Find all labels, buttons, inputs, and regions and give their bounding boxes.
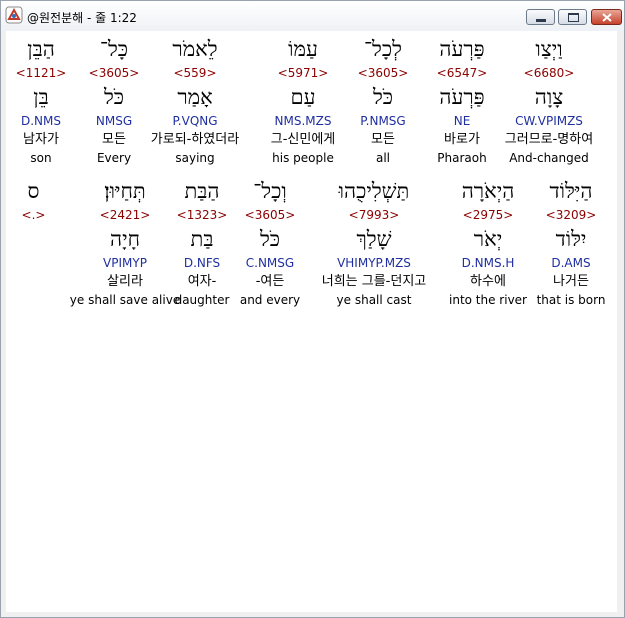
lemma: בֵּן	[33, 85, 49, 109]
strong-number: <7993>	[348, 208, 400, 222]
lemma: צָוָה	[534, 85, 564, 109]
korean-gloss: 모든	[371, 132, 395, 147]
hebrew-word: עַמּוֹ	[288, 37, 318, 61]
english-gloss: and every	[239, 293, 301, 307]
korean-gloss: 나거든	[553, 274, 589, 289]
morph-code: VHIMYP.MZS	[337, 256, 411, 270]
morph-code: VPIMYP	[103, 256, 147, 270]
morph-code: D.NFS	[183, 256, 221, 270]
korean-gloss: 살리라	[107, 274, 143, 289]
hebrew-word: לֵאמֹר	[172, 37, 218, 61]
hebrew-word: וַיְצַו	[535, 37, 563, 61]
strong-number: <1323>	[176, 208, 228, 222]
word-cell[interactable]: עַמּוֹ <5971> עַם NMS.MZS 그-신민에게 his people	[258, 31, 348, 171]
morph-code: D.NMS.H	[461, 256, 515, 270]
english-gloss: all	[375, 151, 391, 165]
lemma: עַם	[290, 85, 316, 109]
english-gloss: into the river	[449, 293, 527, 307]
word-cell[interactable]: הַיְאֹרָה <2975> יְאֹר D.NMS.H 하수에 into the r…	[446, 173, 530, 313]
english-gloss: saying	[175, 151, 215, 165]
minimize-icon	[536, 19, 546, 22]
title-bar[interactable]: @원전분해 - 줄 1:22	[1, 1, 624, 31]
strong-number: <5971>	[277, 66, 329, 80]
word-cell[interactable]: לְכָל־ <3605> כֹּל P.NMSG 모든 all	[348, 31, 418, 171]
english-gloss: son	[30, 151, 52, 165]
strong-number: <3605>	[357, 66, 409, 80]
word-cell[interactable]: לֵאמֹר <559> אָמַר P.VQNG 가로되-하였더라 saying	[136, 31, 254, 171]
strong-number: <1121>	[15, 66, 67, 80]
lemma: חָיָה	[109, 227, 140, 251]
lemma: אָמַר	[177, 85, 213, 109]
close-icon	[602, 13, 612, 22]
hebrew-word: הַיִּלּוֹד	[549, 179, 593, 203]
strong-number: <.>	[21, 208, 46, 222]
strong-number: <559>	[173, 66, 217, 80]
hebrew-word: הַבַּת	[184, 179, 220, 203]
lemma: כֹּל	[372, 85, 394, 109]
lemma: שָׁלַךְ	[356, 227, 392, 251]
korean-gloss: -여든	[255, 274, 285, 289]
hebrew-word: הַיְאֹרָה	[461, 179, 515, 203]
word-cell[interactable]: הַבַּת <1323> בַּת D.NFS 여자-daughter	[174, 173, 230, 313]
window-title: @원전분해 - 줄 1:22	[27, 11, 137, 25]
korean-gloss: 그-신민에게	[270, 132, 336, 147]
hebrew-word: הַבֵּן	[27, 37, 55, 61]
word-cell[interactable]: ס <.>	[6, 173, 61, 313]
hebrew-word: ס	[27, 179, 40, 203]
english-gloss: that is born	[536, 293, 606, 307]
hebrew-word: לְכָל־	[364, 37, 402, 61]
morph-code: NMS.MZS	[274, 114, 332, 128]
maximize-button[interactable]	[558, 9, 587, 25]
hebrew-word: תְּחַיּוּן׃	[104, 179, 146, 203]
english-gloss: daughter	[174, 293, 230, 307]
strong-number: <3209>	[545, 208, 597, 222]
word-cell[interactable]: וַיְצַו <6680> צָוָה CW.VPIMZS 그러므로-명하여 And-c…	[488, 31, 610, 171]
lemma: בַּת	[190, 227, 214, 251]
korean-gloss: 가로되-하였더라	[150, 132, 240, 147]
strong-number: <2421>	[99, 208, 151, 222]
morph-code: C.NMSG	[245, 256, 295, 270]
word-cell[interactable]: הַבֵּן <1121> בֵּן D.NMS 남자가 son	[6, 31, 76, 171]
word-analysis-panel: הַבֵּן <1121> בֵּן D.NMS 남자가 son כָּל־ <3605> כֹ…	[6, 31, 617, 612]
app-icon	[5, 6, 23, 24]
korean-gloss: 너희는 그를-던지고	[321, 274, 427, 289]
korean-gloss: 여자-	[187, 274, 217, 289]
maximize-icon	[568, 13, 579, 22]
word-cell[interactable]: תַּשְׁלִיכֻהוּ <7993> שָׁלַךְ VHIMYP.MZS 너희는…	[304, 173, 444, 313]
strong-number: <3605>	[244, 208, 296, 222]
close-button[interactable]	[591, 9, 622, 25]
lemma: יְאֹר	[473, 227, 503, 251]
lemma: כֹּל	[259, 227, 281, 251]
morph-code: D.NMS	[20, 114, 61, 128]
lemma: יִלּוֹד	[555, 227, 587, 251]
word-cell[interactable]: הַיִּלּוֹד <3209> יִלּוֹד D.AMS 나거든 that is b…	[530, 173, 612, 313]
english-gloss: ye shall save alive	[69, 293, 181, 307]
morph-code: CW.VPIMZS	[515, 114, 583, 128]
strong-number: <6680>	[523, 66, 575, 80]
app-window: @원전분해 - 줄 1:22 הַבֵּן <1121> בֵּן D.NMS 남자가 s…	[0, 0, 625, 618]
morph-code: D.AMS	[551, 256, 591, 270]
minimize-button[interactable]	[526, 9, 555, 25]
korean-gloss: 하수에	[470, 274, 506, 289]
hebrew-word: וְכָל־	[253, 179, 287, 203]
english-gloss: his people	[272, 151, 334, 165]
morph-code: P.NMSG	[360, 114, 406, 128]
hebrew-word: תַּשְׁלִיכֻהוּ	[338, 179, 410, 203]
korean-gloss: 남자가	[23, 132, 59, 147]
morph-code: P.VQNG	[172, 114, 218, 128]
english-gloss: ye shall cast	[336, 293, 412, 307]
korean-gloss: 그러므로-명하여	[504, 132, 594, 147]
strong-number: <2975>	[462, 208, 514, 222]
english-gloss: And-changed	[509, 151, 589, 165]
word-cell[interactable]: וְכָל־ <3605> כֹּל C.NMSG -여든 and every	[238, 173, 302, 313]
word-cell[interactable]: תְּחַיּוּן׃ <2421> חָיָה VPIMYP 살리라 ye shall …	[61, 173, 189, 313]
